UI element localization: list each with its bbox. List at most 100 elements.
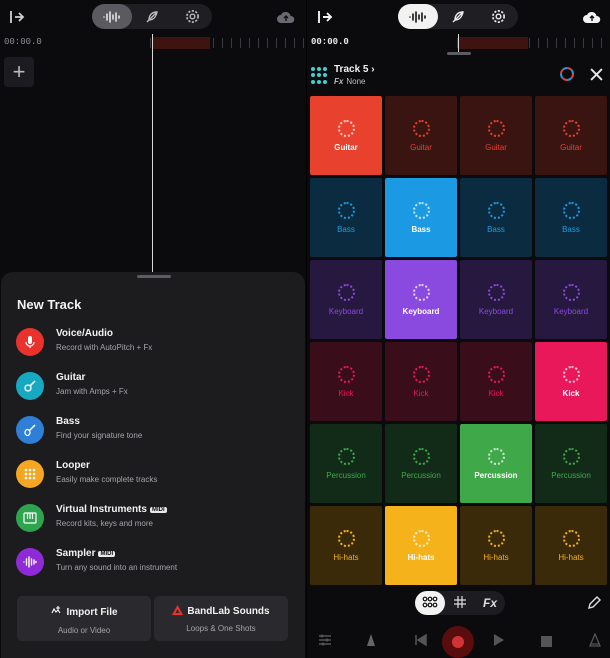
pad-percussion[interactable]: Percussion xyxy=(535,424,607,503)
pad-keyboard[interactable]: Keyboard xyxy=(310,260,382,339)
new-track-sheet: New Track Voice/Audio Record with AutoPi… xyxy=(1,272,305,658)
pad-percussion[interactable]: Percussion xyxy=(385,424,457,503)
item-title: Virtual Instruments MIDI xyxy=(56,504,167,515)
pad-ring-icon xyxy=(412,119,430,137)
tab-fx[interactable]: Fx xyxy=(475,591,505,615)
item-subtitle: Easily make complete tracks xyxy=(56,475,158,484)
pad-hi-hats[interactable]: Hi-hats xyxy=(385,506,457,585)
pad-label: Kick xyxy=(562,388,580,398)
pad-keyboard[interactable]: Keyboard xyxy=(460,260,532,339)
guitar-icon xyxy=(16,372,44,400)
metronome-toggle-icon[interactable] xyxy=(587,632,603,648)
pad-bass[interactable]: Bass xyxy=(535,178,607,257)
fx-value: None xyxy=(346,77,366,86)
pad-label: Kick xyxy=(413,388,429,398)
import-file-title: Import File xyxy=(17,605,151,620)
pad-label: Keyboard xyxy=(478,306,514,316)
pencil-icon[interactable] xyxy=(585,594,603,612)
left-screen: 00:00.0 + New Track Voice/Audio Record w… xyxy=(0,0,306,658)
rewind-icon[interactable] xyxy=(413,632,429,648)
play-icon[interactable] xyxy=(491,632,507,648)
new-track-sampler[interactable]: Sampler MIDI Turn any sound into an instr… xyxy=(16,545,296,585)
exit-icon[interactable] xyxy=(8,8,26,26)
pad-ring-icon xyxy=(412,201,430,219)
pad-kick[interactable]: Kick xyxy=(385,342,457,421)
cloud-upload-icon[interactable] xyxy=(582,9,602,25)
stop-icon[interactable] xyxy=(539,634,553,648)
exit-icon[interactable] xyxy=(316,8,334,26)
pad-ring-icon xyxy=(562,447,580,465)
track-name: Track 5 xyxy=(334,64,369,75)
pad-keyboard[interactable]: Keyboard xyxy=(535,260,607,339)
pad-hi-hats[interactable]: Hi-hats xyxy=(310,506,382,585)
playhead[interactable] xyxy=(458,34,459,54)
bandlab-sounds-label: BandLab Sounds xyxy=(187,606,270,617)
pad-label: Guitar xyxy=(485,142,507,152)
feather-icon[interactable] xyxy=(132,4,172,29)
panel-handle[interactable] xyxy=(447,52,471,55)
new-track-virtual-instruments[interactable]: Virtual Instruments MIDI Record kits, key… xyxy=(16,501,296,541)
pad-guitar[interactable]: Guitar xyxy=(460,96,532,175)
gear-icon[interactable] xyxy=(478,4,518,29)
item-title: Voice/Audio xyxy=(56,328,114,339)
pads-icon xyxy=(311,67,328,84)
keyboard-icon xyxy=(16,504,44,532)
new-track-bass[interactable]: Bass Find your signature tone xyxy=(16,413,296,453)
midi-badge: MIDI xyxy=(98,551,116,557)
waveform-icon xyxy=(16,548,44,576)
close-icon[interactable] xyxy=(587,65,605,83)
pad-grid: Guitar Guitar Guitar Guitar Bass Bass Bass Bass… xyxy=(310,96,608,585)
view-switcher xyxy=(398,4,518,29)
tab-grid[interactable] xyxy=(445,591,475,615)
pad-bass[interactable]: Bass xyxy=(460,178,532,257)
mixer-icon[interactable] xyxy=(317,632,333,648)
track-name-button[interactable]: Track 5 › xyxy=(334,64,375,75)
pad-keyboard[interactable]: Keyboard xyxy=(385,260,457,339)
pad-label: Guitar xyxy=(560,142,582,152)
time-display: 00:00.0 xyxy=(311,37,349,47)
new-track-looper[interactable]: Looper Easily make complete tracks xyxy=(16,457,296,497)
cloud-upload-icon[interactable] xyxy=(276,9,296,25)
tab-pads[interactable] xyxy=(415,591,445,615)
add-track-button[interactable]: + xyxy=(4,57,34,87)
kit-color-ring-icon[interactable] xyxy=(558,65,576,83)
waveform-icon[interactable] xyxy=(92,4,132,29)
pad-ring-icon xyxy=(487,529,505,547)
pad-hi-hats[interactable]: Hi-hats xyxy=(460,506,532,585)
sheet-handle[interactable] xyxy=(137,275,171,278)
timeline[interactable]: 00:00.0 xyxy=(0,34,306,50)
waveform-icon[interactable] xyxy=(398,4,438,29)
pad-hi-hats[interactable]: Hi-hats xyxy=(535,506,607,585)
pad-ring-icon xyxy=(562,365,580,383)
new-track-voice-audio[interactable]: Voice/Audio Record with AutoPitch + Fx xyxy=(16,325,296,365)
feather-icon[interactable] xyxy=(438,4,478,29)
record-button[interactable] xyxy=(442,626,474,658)
loop-region[interactable] xyxy=(458,37,528,49)
pad-ring-icon xyxy=(337,365,355,383)
pad-kick[interactable]: Kick xyxy=(310,342,382,421)
pad-guitar[interactable]: Guitar xyxy=(535,96,607,175)
track-fx[interactable]: Fx None xyxy=(334,77,365,86)
pad-ring-icon xyxy=(487,119,505,137)
pad-kick[interactable]: Kick xyxy=(460,342,532,421)
metronome-icon[interactable] xyxy=(363,632,379,648)
pad-bass[interactable]: Bass xyxy=(310,178,382,257)
pad-ring-icon xyxy=(412,365,430,383)
pad-guitar[interactable]: Guitar xyxy=(385,96,457,175)
new-track-guitar[interactable]: Guitar Jam with Amps + Fx xyxy=(16,369,296,409)
pad-guitar[interactable]: Guitar xyxy=(310,96,382,175)
gear-icon[interactable] xyxy=(172,4,212,29)
pads-grid-icon xyxy=(422,596,438,611)
pad-ring-icon xyxy=(562,283,580,301)
view-switcher xyxy=(92,4,212,29)
pad-percussion[interactable]: Percussion xyxy=(460,424,532,503)
pad-bass[interactable]: Bass xyxy=(385,178,457,257)
playhead[interactable] xyxy=(152,34,153,272)
pad-label: Hi-hats xyxy=(407,552,435,562)
transport-bar xyxy=(307,622,610,658)
time-display: 00:00.0 xyxy=(4,37,42,47)
loop-region[interactable] xyxy=(152,37,210,49)
pad-percussion[interactable]: Percussion xyxy=(310,424,382,503)
pad-kick[interactable]: Kick xyxy=(535,342,607,421)
bandlab-logo-icon xyxy=(172,605,184,618)
